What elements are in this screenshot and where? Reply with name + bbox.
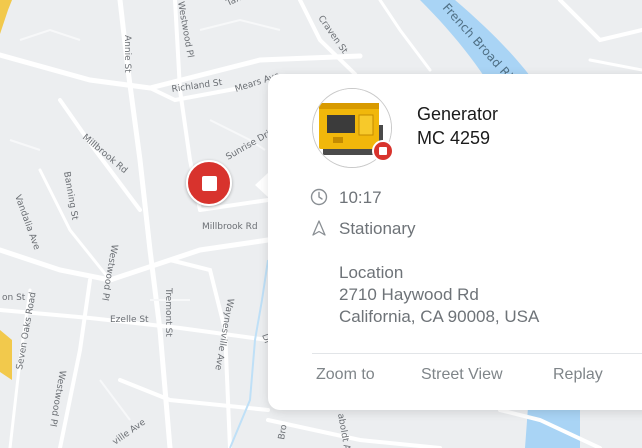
popup-pointer — [255, 172, 269, 198]
status-badge — [372, 140, 394, 162]
address-line-1: 2710 Haywood Rd — [339, 285, 479, 304]
asset-title: Generator MC 4259 — [417, 102, 498, 150]
street-label: Tremont St — [163, 287, 173, 337]
street-label: Annie St — [122, 35, 132, 73]
vehicle-marker[interactable] — [186, 160, 232, 206]
clock-icon — [310, 188, 328, 206]
location-block: Location 2710 Haywood Rd California, CA … — [339, 262, 539, 328]
time-value: 10:17 — [339, 188, 382, 207]
motion-status: Stationary — [339, 219, 416, 238]
street-label: Ezelle St — [110, 315, 149, 325]
replay-button[interactable]: Replay — [553, 366, 603, 384]
stop-icon — [379, 147, 387, 155]
asset-info-popup: Generator MC 4259 10:17 Stationary Locat… — [268, 74, 642, 410]
address-line-2: California, CA 90008, USA — [339, 307, 540, 326]
location-label: Location — [339, 263, 404, 282]
asset-name: Generator — [417, 104, 499, 124]
asset-id: MC 4259 — [417, 128, 491, 148]
street-label: Millbrook Rd — [202, 222, 258, 232]
actions-divider — [312, 353, 642, 354]
street-view-button[interactable]: Street View — [421, 366, 503, 384]
stop-icon — [201, 175, 217, 191]
zoom-to-button[interactable]: Zoom to — [316, 366, 375, 384]
navigation-arrow-icon — [312, 220, 326, 236]
street-label: on St — [2, 293, 26, 303]
